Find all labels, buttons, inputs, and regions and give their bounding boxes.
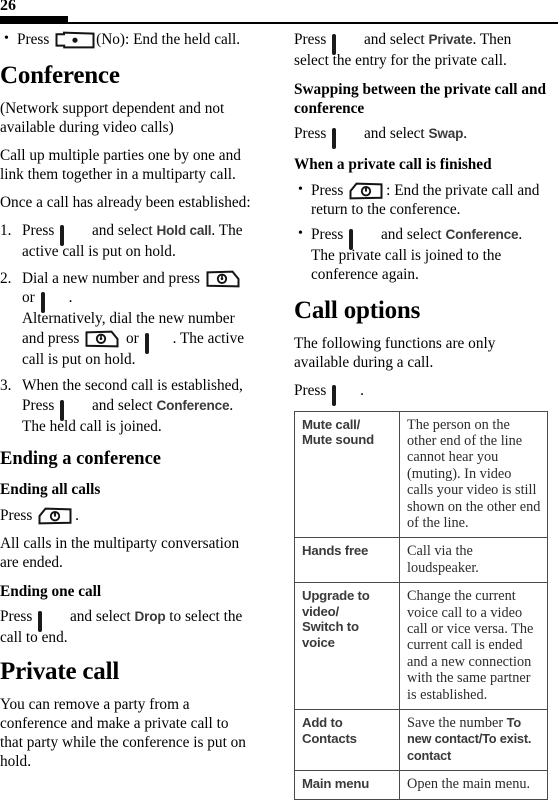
call-options-intro: The following functions are only availab…	[294, 334, 496, 371]
option-name: Add to Contacts	[294, 708, 400, 772]
option-description: The person on the other end of the line …	[399, 410, 548, 539]
swap-press: Press and select Swap.	[294, 124, 548, 149]
page-number: 26	[0, 0, 16, 14]
option-name: Mute call/Mute sound	[294, 410, 400, 539]
step-text: Dial a new number and press	[22, 269, 204, 287]
softkey-button-icon	[144, 332, 171, 354]
list-item: Press : End the private call and return …	[294, 180, 548, 219]
press-text: and select	[66, 608, 135, 625]
step-text: and select	[88, 396, 157, 414]
option-name: Upgrade to video/Switch to voice	[294, 582, 400, 710]
end-call-key-icon	[349, 182, 383, 200]
softkey-button-icon	[349, 228, 375, 250]
softkey-button-icon	[332, 384, 358, 406]
softkey-button-icon	[60, 225, 86, 246]
press-text: Press	[0, 608, 37, 625]
softkey-button-icon	[38, 611, 64, 632]
no-key-icon	[55, 31, 95, 49]
left-column: Press (No): End the held call. Conferenc…	[0, 29, 254, 780]
table-row: Add to Contacts Save the number To new c…	[294, 708, 548, 772]
softkey-button-icon	[60, 399, 86, 421]
call-key-icon	[206, 270, 240, 288]
press-text: and select	[360, 31, 429, 48]
end-held-call-list: Press (No): End the held call.	[0, 29, 254, 49]
private-call-finished-list: Press : End the private call and return …	[294, 180, 548, 284]
conference-intro: Call up multiple parties one by one and …	[0, 147, 241, 183]
press-text: Press	[294, 125, 331, 142]
menu-item-label: Private	[428, 32, 473, 47]
list-item: Press and select Conference. The private…	[294, 224, 548, 284]
header-rule-accent	[0, 16, 68, 24]
heading-ending-conference: Ending a conference	[0, 449, 162, 469]
step-text: or	[22, 289, 39, 306]
press-text: Press	[294, 381, 331, 399]
softkey-button-icon	[40, 292, 67, 313]
table-row: Upgrade to video/Switch to voice Change …	[294, 582, 548, 710]
conference-steps: Press and select Hold call. The active c…	[0, 221, 254, 436]
softkey-button-icon	[332, 34, 358, 55]
heading-call-options: Call options	[294, 296, 421, 324]
private-call-body: You can remove a party from a conference…	[0, 696, 246, 770]
table-row: Mute call/Mute sound The person on the o…	[294, 410, 548, 539]
right-column: Press and select Private. Then select th…	[294, 30, 548, 800]
conference-note: (Network support dependent and not avail…	[0, 100, 225, 136]
established-lead: Once a call has already been established…	[0, 194, 251, 211]
ending-one-press: Press and select Drop to select the call…	[0, 607, 254, 647]
menu-item-label: Conference	[156, 397, 230, 413]
call-options-press: Press .	[294, 381, 548, 406]
menu-item-label: Hold call	[156, 223, 212, 238]
heading-swapping: Swapping between the private call and co…	[294, 81, 546, 117]
desc-text: Save the number	[407, 715, 507, 731]
bullet-text: and select	[377, 225, 446, 243]
option-name: Main menu	[294, 770, 400, 800]
list-item: Press and select Hold call. The active c…	[0, 221, 254, 262]
private-press: Press and select Private. Then select th…	[294, 30, 548, 70]
heading-ending-all-calls: Ending all calls	[0, 481, 101, 498]
list-item: When the second call is established, Pre…	[0, 376, 254, 436]
option-name: Hands free	[294, 537, 400, 584]
list-item: Press (No): End the held call.	[0, 29, 254, 49]
heading-private-call-finished: When a private call is finished	[294, 156, 492, 173]
list-item: Dial a new number and press or . Alternat…	[0, 269, 254, 370]
step-text: or	[122, 329, 143, 347]
bullet-text: Press	[311, 181, 348, 199]
menu-item-label: Conference	[445, 226, 519, 242]
press-text: and select	[360, 125, 429, 142]
ending-all-press: Press .	[0, 506, 254, 525]
header-rule	[0, 22, 558, 24]
call-options-table: Mute call/Mute sound The person on the o…	[294, 410, 548, 800]
table-row: Main menu Open the main menu.	[294, 770, 548, 800]
option-description: Change the current voice call to a video…	[399, 582, 548, 710]
ending-all-body: All calls in the multiparty conversation…	[0, 534, 240, 571]
option-description: Call via the loudspeaker.	[399, 537, 548, 584]
press-text: Press	[0, 506, 37, 524]
option-description: Save the number To new contact/To exist.…	[399, 708, 548, 772]
step-text: and select	[88, 222, 157, 239]
table-row: Hands free Call via the loudspeaker.	[294, 537, 548, 584]
step-text: Press	[22, 222, 59, 239]
press-text: .	[463, 125, 468, 142]
step-text: .	[68, 289, 73, 306]
manual-page: 26 Press (No): End the held call. Confer…	[0, 0, 558, 800]
end-call-key-icon	[38, 507, 72, 525]
heading-conference: Conference	[0, 62, 120, 89]
option-description: Open the main menu.	[399, 770, 548, 800]
heading-private-call: Private call	[0, 658, 120, 685]
menu-item-label: Drop	[134, 609, 166, 624]
bullet-text-pre: Press	[17, 31, 54, 48]
bullet-text-post: (No): End the held call.	[96, 31, 241, 48]
heading-ending-one-call: Ending one call	[0, 582, 102, 600]
call-key-icon	[85, 330, 119, 348]
press-text: .	[75, 506, 79, 524]
menu-item-label: Swap	[428, 126, 464, 141]
press-text: Press	[294, 31, 331, 48]
press-text: .	[360, 381, 364, 399]
softkey-button-icon	[332, 128, 358, 149]
bullet-text: Press	[311, 225, 348, 243]
